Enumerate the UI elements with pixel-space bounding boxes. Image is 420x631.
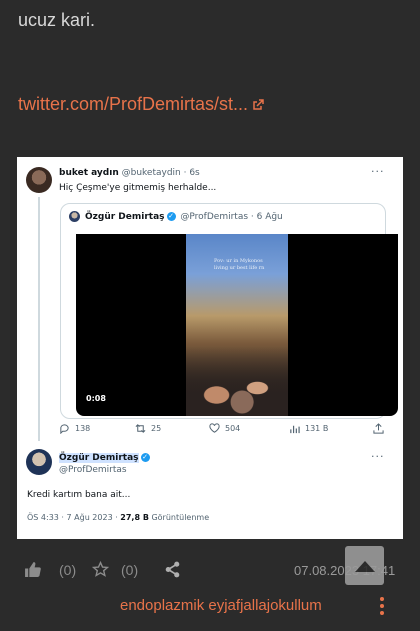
main-header: Özgür Demirtaş ✓ bbox=[59, 453, 152, 463]
retweet-icon bbox=[135, 424, 146, 433]
tweet-actions: 138 25 504 131 B bbox=[59, 423, 389, 437]
favorite-count: (0) bbox=[121, 561, 139, 578]
video-still: Pov: ur in Mykonos living ur best life r… bbox=[186, 234, 288, 416]
verified-icon: ✓ bbox=[140, 453, 150, 462]
thumbs-up-icon bbox=[25, 562, 41, 577]
views-action: 131 B bbox=[289, 423, 328, 434]
video-overlay-text: Pov: ur in Mykonos living ur best life r… bbox=[214, 258, 265, 271]
quoted-tweet: Özgür Demirtaş ✓ @ProfDemirtas · 6 Ağu Po… bbox=[60, 203, 398, 419]
star-icon bbox=[92, 561, 109, 577]
retweet-action: 25 bbox=[135, 423, 161, 434]
video-duration: 0:08 bbox=[86, 394, 106, 403]
verified-icon: ✓ bbox=[166, 212, 176, 221]
reply-name: buket aydın bbox=[59, 168, 119, 178]
reply-handle: @buketaydin · 6s bbox=[121, 168, 200, 178]
scroll-top-icon bbox=[354, 560, 375, 572]
video: Pov: ur in Mykonos living ur best life r… bbox=[76, 234, 398, 416]
upvote-button[interactable]: (0) bbox=[24, 561, 76, 578]
reply-action: 138 bbox=[59, 423, 90, 434]
entry-author[interactable]: endoplazmik eyjafjallajokullum bbox=[120, 597, 322, 614]
video-frame: Pov: ur in Mykonos living ur best life r… bbox=[76, 234, 398, 416]
like-icon bbox=[209, 423, 220, 433]
main-more-icon: ··· bbox=[371, 450, 385, 463]
reply-icon bbox=[60, 424, 69, 434]
entry-link-label: twitter.com/ProfDemirtas/st... bbox=[18, 94, 249, 114]
main-avatar bbox=[26, 449, 52, 475]
reply-avatar bbox=[26, 167, 52, 193]
main-name: Özgür Demirtaş bbox=[59, 453, 139, 463]
entry-link[interactable]: twitter.com/ProfDemirtas/st... bbox=[18, 94, 264, 115]
upvote-count: (0) bbox=[59, 561, 77, 578]
quoted-avatar bbox=[69, 211, 80, 222]
tweet-share-icon bbox=[373, 423, 384, 434]
reply-more-icon: ··· bbox=[371, 165, 385, 178]
tweet-screenshot[interactable]: buket aydın @buketaydin · 6s ··· Hiç Çeş… bbox=[17, 157, 403, 539]
thread-line bbox=[38, 197, 40, 441]
scroll-top-button[interactable] bbox=[345, 546, 384, 585]
video-crowd bbox=[186, 346, 288, 416]
reply-text: Hiç Çeşme'ye gitmemiş herhalde... bbox=[59, 183, 217, 193]
main-text: Kredi kartım bana ait... bbox=[27, 490, 131, 500]
quoted-name: Özgür Demirtaş bbox=[85, 212, 165, 222]
entry-text: ucuz kari. bbox=[18, 10, 96, 30]
views-icon bbox=[290, 425, 300, 434]
favorite-button[interactable]: (0) bbox=[92, 561, 138, 578]
reply-header: buket aydın @buketaydin · 6s bbox=[59, 168, 200, 178]
like-action: 504 bbox=[209, 423, 240, 434]
share-button[interactable] bbox=[164, 561, 181, 578]
main-meta: ÖS 4:33 · 7 Ağu 2023 · 27,8 B Görüntülen… bbox=[27, 513, 210, 522]
main-handle: @ProfDemirtas bbox=[59, 465, 127, 475]
external-link-icon bbox=[253, 98, 264, 110]
tweet-share-action bbox=[373, 423, 384, 434]
quoted-header: Özgür Demirtaş ✓ @ProfDemirtas · 6 Ağu bbox=[85, 212, 283, 222]
share-icon bbox=[165, 561, 180, 578]
kebab-icon[interactable] bbox=[378, 597, 386, 615]
quoted-handle: @ProfDemirtas · 6 Ağu bbox=[180, 212, 283, 222]
